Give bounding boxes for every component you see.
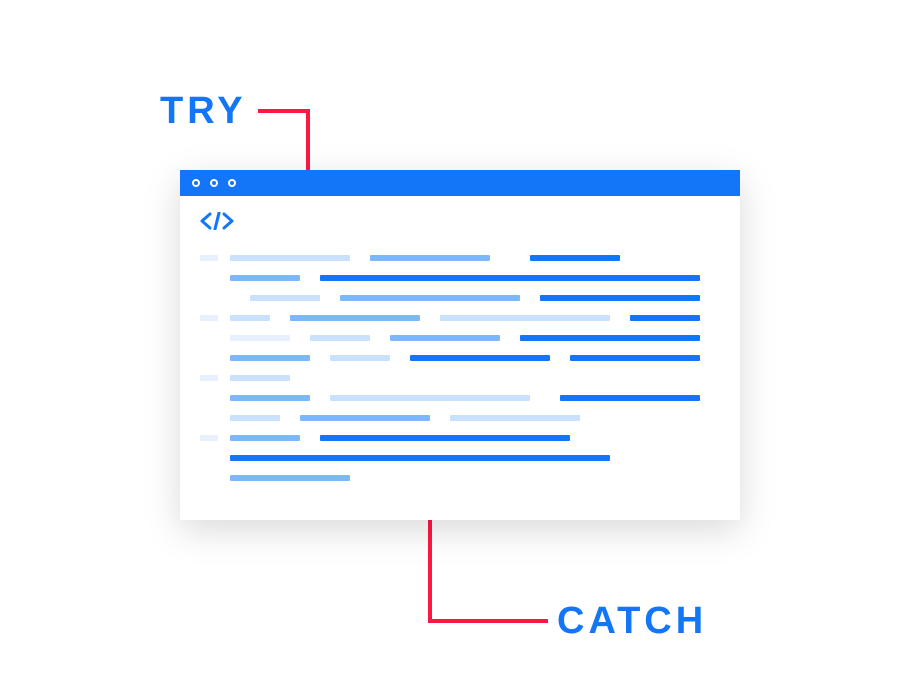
code-segment [630, 315, 700, 321]
code-window [180, 170, 740, 520]
code-segment [230, 275, 300, 281]
code-segment [370, 255, 490, 261]
code-segment [450, 415, 580, 421]
code-row [200, 288, 720, 308]
code-segment [440, 315, 610, 321]
code-segment [250, 295, 320, 301]
code-segment [310, 335, 370, 341]
code-segment [200, 315, 218, 321]
code-segment [300, 415, 430, 421]
code-segment [290, 315, 420, 321]
code-segment [560, 395, 700, 401]
code-row [200, 308, 720, 328]
code-row [200, 268, 720, 288]
code-row [200, 248, 720, 268]
titlebar-dot [228, 179, 236, 187]
code-segment [320, 435, 570, 441]
code-row [200, 468, 720, 488]
code-segment [230, 375, 290, 381]
code-lines [200, 248, 720, 488]
code-segment [540, 295, 700, 301]
code-segment [200, 375, 218, 381]
code-segment [570, 355, 700, 361]
titlebar-dot [192, 179, 200, 187]
code-segment [230, 435, 300, 441]
code-segment [230, 475, 350, 481]
code-segment [230, 355, 310, 361]
code-segment [530, 255, 620, 261]
code-row [200, 328, 720, 348]
titlebar-dot [210, 179, 218, 187]
code-segment [230, 415, 280, 421]
code-segment [330, 355, 390, 361]
code-row [200, 408, 720, 428]
code-segment [230, 255, 350, 261]
code-angle-brackets-icon [200, 212, 234, 230]
code-row [200, 448, 720, 468]
code-segment [320, 275, 700, 281]
code-segment [390, 335, 500, 341]
code-row [200, 428, 720, 448]
code-segment [410, 355, 550, 361]
code-segment [340, 295, 520, 301]
code-segment [230, 395, 310, 401]
code-row [200, 388, 720, 408]
code-segment [230, 315, 270, 321]
code-segment [200, 255, 218, 261]
code-segment [230, 335, 290, 341]
code-segment [330, 395, 530, 401]
code-segment [230, 455, 610, 461]
code-segment [520, 335, 700, 341]
code-row [200, 348, 720, 368]
window-titlebar [180, 170, 740, 196]
code-row [200, 368, 720, 388]
code-segment [200, 435, 218, 441]
